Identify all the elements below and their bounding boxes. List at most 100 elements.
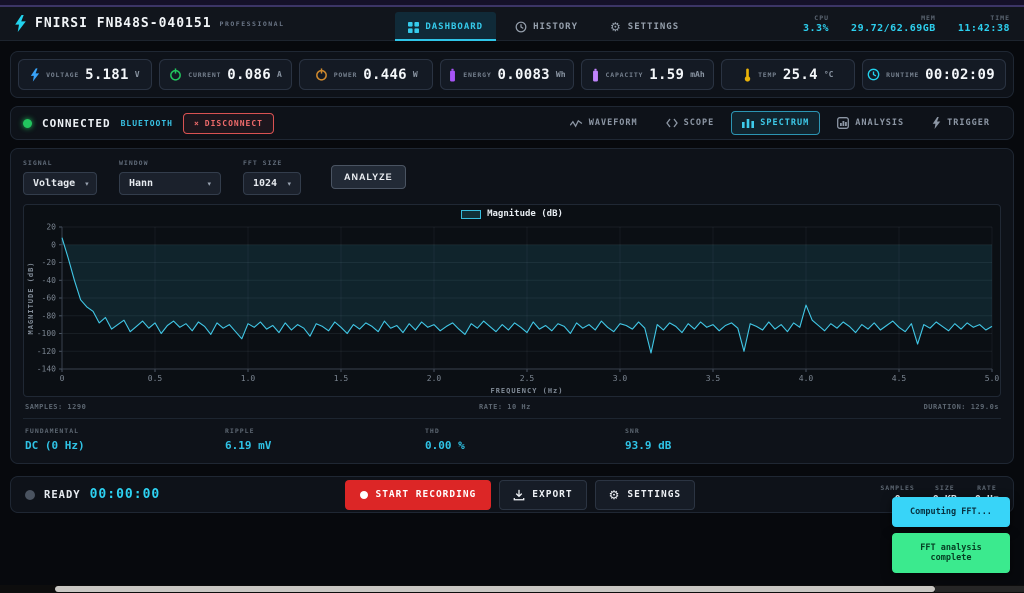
app-header: FNIRSI FNB48S-040151 PROFESSIONAL DASHBO… bbox=[0, 7, 1024, 41]
analyze-button[interactable]: ANALYZE bbox=[331, 165, 406, 189]
metric-power-label: POWER bbox=[334, 71, 358, 79]
metric-voltage: VOLTAGE 5.181 V bbox=[18, 59, 152, 90]
time-stat: TIME 11:42:38 bbox=[958, 14, 1010, 34]
time-label: TIME bbox=[990, 14, 1010, 22]
export-button[interactable]: EXPORT bbox=[499, 480, 586, 510]
snr-value: 93.9 dB bbox=[625, 439, 825, 452]
rec-samples-label: SAMPLES bbox=[880, 484, 914, 492]
svg-text:5.0: 5.0 bbox=[985, 374, 1000, 383]
signal-select[interactable]: Voltage ▾ bbox=[23, 172, 97, 195]
tab-trigger-label: TRIGGER bbox=[947, 118, 990, 128]
tab-dashboard-label: DASHBOARD bbox=[425, 22, 483, 32]
fundamental-label: FUNDAMENTAL bbox=[25, 427, 225, 435]
fft-size-control: FFT SIZE 1024 ▾ bbox=[243, 159, 301, 195]
duration-text: DURATION: 129.0s bbox=[924, 403, 999, 411]
metric-current-label: CURRENT bbox=[188, 71, 221, 79]
svg-text:0: 0 bbox=[51, 240, 56, 249]
thermometer-icon bbox=[743, 68, 752, 82]
tab-dashboard[interactable]: DASHBOARD bbox=[395, 12, 496, 41]
cpu-label: CPU bbox=[814, 14, 829, 22]
main-nav: DASHBOARD HISTORY ⚙ SETTINGS bbox=[395, 7, 692, 41]
download-icon bbox=[513, 489, 525, 501]
horizontal-scrollbar-thumb[interactable] bbox=[55, 586, 935, 592]
clock-icon bbox=[867, 68, 880, 81]
metric-capacity: CAPACITY 1.59 mAh bbox=[581, 59, 715, 90]
chart-legend: Magnitude (dB) bbox=[24, 209, 1000, 219]
fundamental-stat: FUNDAMENTAL DC (0 Hz) bbox=[25, 427, 225, 452]
tab-history[interactable]: HISTORY bbox=[502, 11, 591, 41]
svg-text:20: 20 bbox=[46, 223, 56, 232]
metric-temp-value: 25.4 bbox=[783, 67, 818, 83]
start-recording-button[interactable]: START RECORDING bbox=[345, 480, 491, 510]
metric-current-value: 0.086 bbox=[227, 67, 271, 83]
app-badge: PROFESSIONAL bbox=[220, 20, 285, 28]
scrollbar-track-right bbox=[935, 586, 1024, 592]
metric-voltage-value: 5.181 bbox=[85, 67, 129, 83]
trigger-bolt-icon bbox=[932, 117, 941, 129]
window-control: WINDOW Hann ▾ bbox=[119, 159, 221, 195]
recorder-status-group: READY 00:00:00 bbox=[25, 487, 160, 502]
export-label: EXPORT bbox=[532, 489, 572, 500]
disconnect-button[interactable]: × DISCONNECT bbox=[183, 113, 274, 134]
samples-text: SAMPLES: 1290 bbox=[25, 403, 86, 411]
connection-bar: CONNECTED BLUETOOTH × DISCONNECT WAVEFOR… bbox=[10, 106, 1014, 140]
signal-select-value: Voltage bbox=[33, 178, 75, 189]
metric-runtime-label: RUNTIME bbox=[886, 71, 919, 79]
metric-temp: TEMP 25.4 °C bbox=[721, 59, 855, 90]
battery-icon bbox=[448, 68, 457, 82]
chart-footer: SAMPLES: 1290 RATE: 10 Hz DURATION: 129.… bbox=[23, 397, 1001, 418]
chevron-down-icon: ▾ bbox=[85, 180, 89, 188]
svg-text:-80: -80 bbox=[42, 311, 57, 320]
fft-size-select-value: 1024 bbox=[253, 178, 277, 189]
tab-settings-label: SETTINGS bbox=[628, 22, 679, 32]
mem-value: 29.72/62.69GB bbox=[851, 23, 936, 34]
svg-text:4.5: 4.5 bbox=[892, 374, 907, 383]
snr-stat: SNR 93.9 dB bbox=[625, 427, 825, 452]
metric-power: POWER 0.446 W bbox=[299, 59, 433, 90]
tab-scope[interactable]: SCOPE bbox=[655, 111, 726, 135]
svg-text:-140: -140 bbox=[37, 365, 56, 374]
power-icon bbox=[315, 68, 328, 81]
metric-energy-label: ENERGY bbox=[463, 71, 491, 79]
gear-icon: ⚙ bbox=[610, 21, 622, 33]
cpu-stat: CPU 3.3% bbox=[803, 14, 829, 34]
fft-size-select[interactable]: 1024 ▾ bbox=[243, 172, 301, 195]
recorder-buttons: START RECORDING EXPORT ⚙ SETTINGS bbox=[345, 480, 695, 510]
lightning-bolt-icon bbox=[14, 15, 27, 32]
time-value: 11:42:38 bbox=[958, 23, 1010, 34]
svg-text:0: 0 bbox=[60, 374, 65, 383]
tab-waveform[interactable]: WAVEFORM bbox=[559, 111, 649, 135]
spectrum-controls: SIGNAL Voltage ▾ WINDOW Hann ▾ FFT SIZE … bbox=[23, 159, 1001, 195]
system-stats: CPU 3.3% MEM 29.72/62.69GB TIME 11:42:38 bbox=[803, 14, 1010, 34]
metric-power-unit: W bbox=[413, 70, 418, 79]
clock-icon bbox=[515, 21, 527, 33]
fundamental-value: DC (0 Hz) bbox=[25, 439, 225, 452]
battery-icon bbox=[591, 68, 600, 82]
connection-status: CONNECTED bbox=[42, 117, 111, 130]
svg-text:-20: -20 bbox=[42, 258, 57, 267]
metric-runtime-value: 00:02:09 bbox=[925, 67, 995, 83]
settings-button[interactable]: ⚙ SETTINGS bbox=[595, 480, 696, 510]
tab-settings[interactable]: ⚙ SETTINGS bbox=[597, 11, 692, 41]
horizontal-scrollbar-track[interactable] bbox=[0, 585, 1024, 593]
tab-analysis[interactable]: ANALYSIS bbox=[826, 110, 915, 136]
toast-stack: Computing FFT... FFT analysis complete bbox=[892, 497, 1010, 573]
analysis-chart-icon bbox=[837, 117, 849, 129]
connected-status-dot bbox=[23, 119, 32, 128]
tab-scope-label: SCOPE bbox=[684, 118, 715, 128]
close-icon: × bbox=[194, 119, 200, 128]
tab-trigger[interactable]: TRIGGER bbox=[921, 110, 1001, 136]
settings-button-label: SETTINGS bbox=[627, 489, 681, 500]
waveform-icon bbox=[570, 119, 583, 128]
rec-rate-label: RATE bbox=[977, 484, 997, 492]
svg-text:0.5: 0.5 bbox=[148, 374, 163, 383]
window-select[interactable]: Hann ▾ bbox=[119, 172, 221, 195]
svg-text:FREQUENCY (Hz): FREQUENCY (Hz) bbox=[490, 387, 563, 395]
spectrum-chart-svg: 200-20-40-60-80-100-120-14000.51.01.52.0… bbox=[24, 205, 1001, 396]
chevron-down-icon: ▾ bbox=[207, 180, 211, 188]
signal-label: SIGNAL bbox=[23, 159, 97, 167]
disconnect-label: DISCONNECT bbox=[205, 119, 263, 128]
thd-label: THD bbox=[425, 427, 625, 435]
tab-history-label: HISTORY bbox=[533, 22, 578, 32]
tab-spectrum[interactable]: SPECTRUM bbox=[731, 111, 820, 135]
